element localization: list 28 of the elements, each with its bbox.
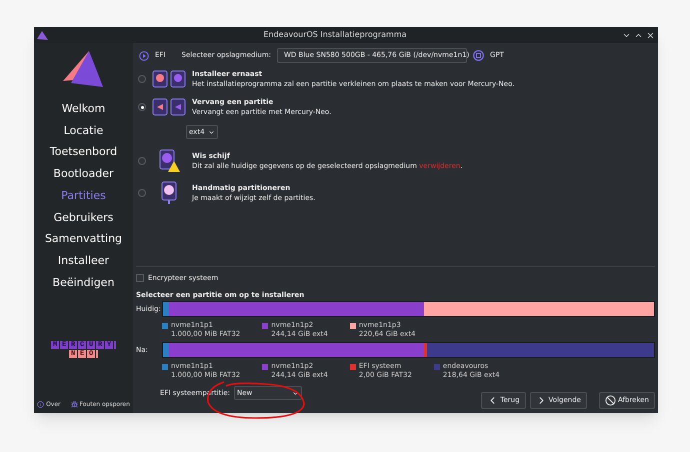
app-logo-icon <box>37 30 48 40</box>
sidebar-item[interactable]: Bootloader <box>53 163 114 185</box>
checkbox[interactable] <box>136 274 144 282</box>
radio-button[interactable] <box>138 157 146 165</box>
close-icon[interactable] <box>646 30 655 40</box>
bug-icon <box>70 401 78 408</box>
radio-button[interactable] <box>138 75 146 83</box>
efi-icon <box>139 50 149 60</box>
sidebar-item[interactable]: Toetsenbord <box>50 141 118 164</box>
disk-pair-icon <box>152 97 186 117</box>
cancel-icon <box>604 395 616 406</box>
chevron-down-icon <box>208 128 215 136</box>
sidebar-item[interactable]: Gebruikers <box>54 206 114 228</box>
chevron-down-icon <box>292 390 300 396</box>
radio-button[interactable] <box>138 103 146 111</box>
radio-button[interactable] <box>138 189 146 197</box>
partition-table-icon <box>473 50 484 61</box>
info-icon <box>37 401 44 408</box>
sidebar-item[interactable]: Partities <box>61 184 106 207</box>
sidebar-item[interactable]: Samenvatting <box>44 228 122 250</box>
window-title: EndeavourOS Installatieprogramma <box>262 31 408 39</box>
disk-warning-icon <box>157 149 181 173</box>
sidebar-item[interactable]: Welkom <box>62 98 106 120</box>
sidebar-item[interactable]: Locatie <box>64 120 104 142</box>
sidebar-item[interactable]: Installeer <box>58 250 110 272</box>
sidebar-item[interactable]: Beëindigen <box>52 272 114 294</box>
disk-edit-icon <box>159 181 179 205</box>
disk-pair-icon <box>152 69 186 89</box>
